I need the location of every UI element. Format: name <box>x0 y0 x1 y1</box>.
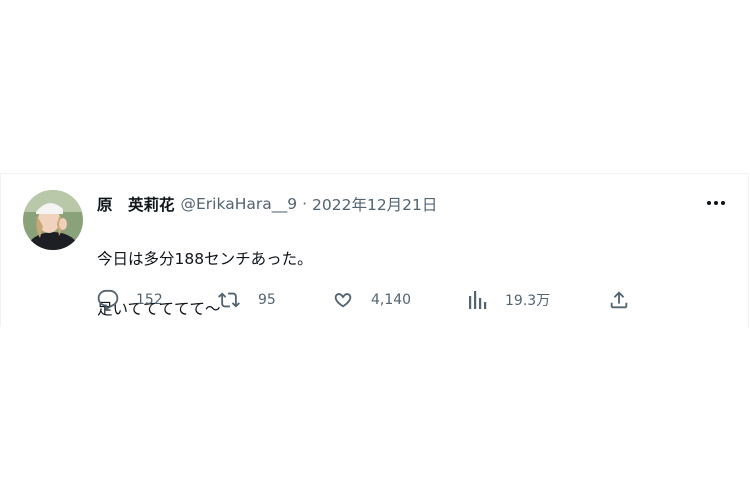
retweet-icon <box>218 292 240 308</box>
avatar[interactable] <box>23 190 83 250</box>
like-count: 4,140 <box>371 292 412 308</box>
reply-icon <box>97 289 119 311</box>
share-button[interactable] <box>608 288 630 312</box>
reply-button[interactable]: 152 <box>97 288 163 312</box>
heart-icon <box>334 293 352 308</box>
display-name[interactable]: 原 英莉花 <box>97 193 175 215</box>
more-dots-icon <box>707 201 725 205</box>
separator-dot: · <box>302 195 308 213</box>
tweet-header: 原 英莉花 @ErikaHara__9 · 2022年12月21日 <box>97 192 437 216</box>
like-button[interactable]: 4,140 <box>332 288 411 312</box>
more-options-button[interactable] <box>702 192 730 214</box>
views-count: 19.3万 <box>505 293 551 309</box>
retweet-count: 95 <box>258 292 276 308</box>
tweet-date[interactable]: 2022年12月21日 <box>312 193 437 215</box>
reply-count: 152 <box>136 292 163 308</box>
avatar-photo <box>23 190 83 250</box>
share-icon <box>610 291 628 309</box>
tweet-text-line-1: 今日は多分188センチあった。 <box>97 250 313 268</box>
views-button[interactable]: 19.3万 <box>468 288 550 312</box>
action-bar: 152 95 4,140 19.3万 <box>97 288 697 312</box>
retweet-button[interactable]: 95 <box>217 288 276 312</box>
analytics-icon <box>469 291 487 309</box>
user-handle[interactable]: @ErikaHara__9 <box>181 195 298 213</box>
tweet-card[interactable]: 原 英莉花 @ErikaHara__9 · 2022年12月21日 今日は多分1… <box>0 173 749 327</box>
tweet-text: 今日は多分188センチあった。 足いててててて〜 <box>97 222 313 347</box>
